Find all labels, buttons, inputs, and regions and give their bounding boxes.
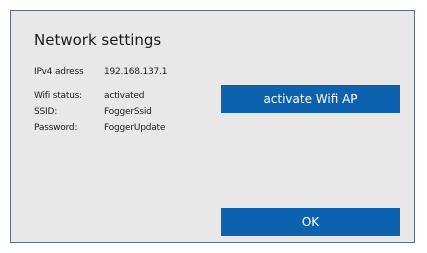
wifi-status-row: Wifi status: activated [34, 91, 145, 101]
ssid-value: FoggerSsid [104, 107, 152, 117]
ssid-label: SSID: [34, 107, 58, 117]
password-value: FoggerUpdate [104, 123, 166, 133]
password-row: Password: FoggerUpdate [34, 123, 165, 133]
ssid-row: SSID: FoggerSsid [34, 107, 152, 117]
activate-wifi-ap-button[interactable]: activate Wifi AP [221, 85, 400, 113]
ipv4-value: 192.168.137.1 [104, 67, 168, 77]
wifi-status-label: Wifi status: [34, 91, 83, 101]
dialog-title: Network settings [34, 31, 162, 49]
password-label: Password: [34, 123, 78, 133]
network-settings-dialog: Network settings IPv4 adress 192.168.137… [10, 10, 415, 243]
ok-button[interactable]: OK [221, 208, 400, 236]
wifi-status-value: activated [104, 91, 145, 101]
ipv4-label: IPv4 adress [34, 67, 84, 77]
ipv4-row: IPv4 adress 192.168.137.1 [34, 67, 167, 77]
